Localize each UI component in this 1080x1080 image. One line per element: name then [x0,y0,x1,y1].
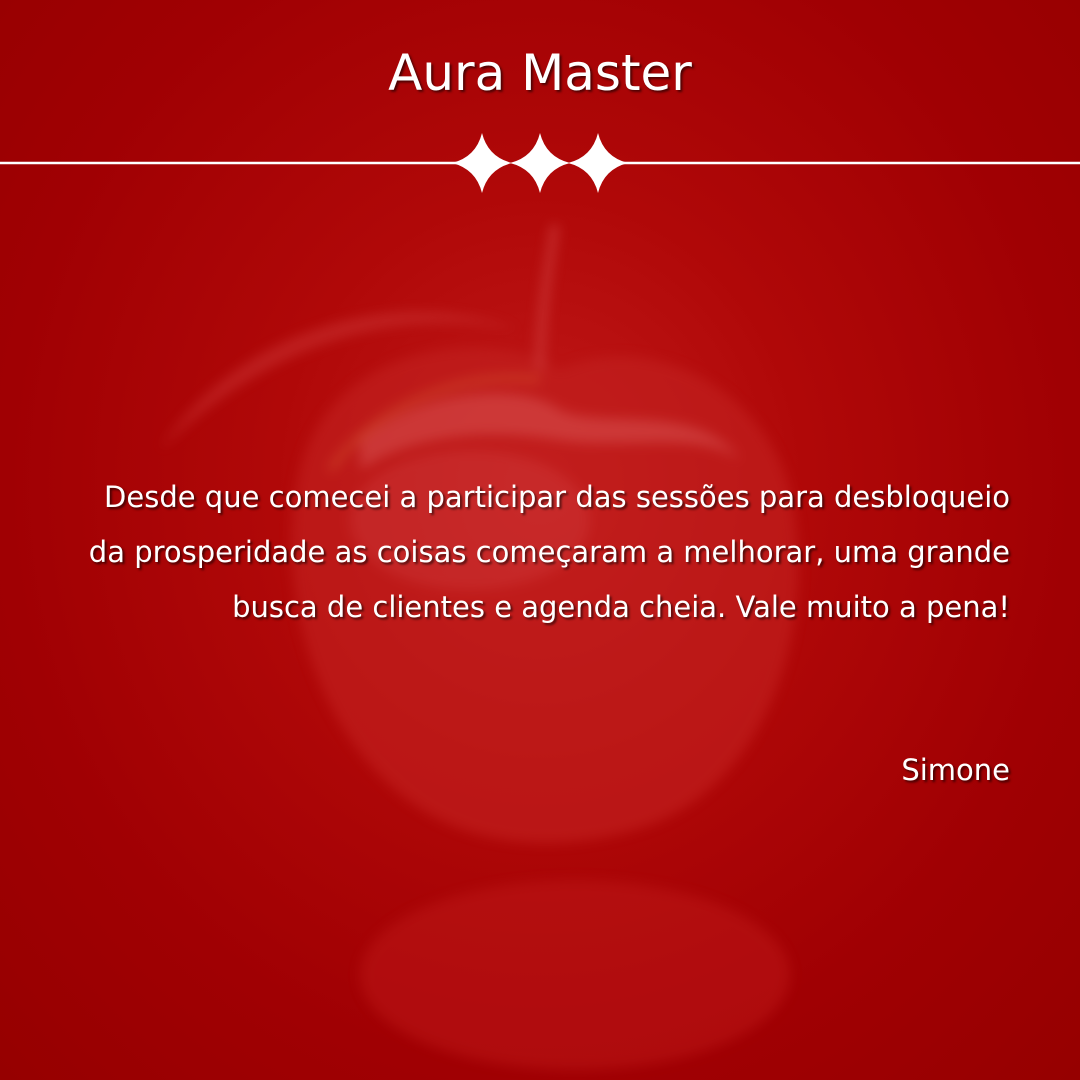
sparkle-divider [0,133,1080,193]
testimonial-text: Desde que comecei a participar das sessõ… [88,480,1010,624]
testimonial-author: Simone [901,753,1010,787]
three-sparkles-icon [452,133,628,193]
page-title: Aura Master [388,44,692,102]
